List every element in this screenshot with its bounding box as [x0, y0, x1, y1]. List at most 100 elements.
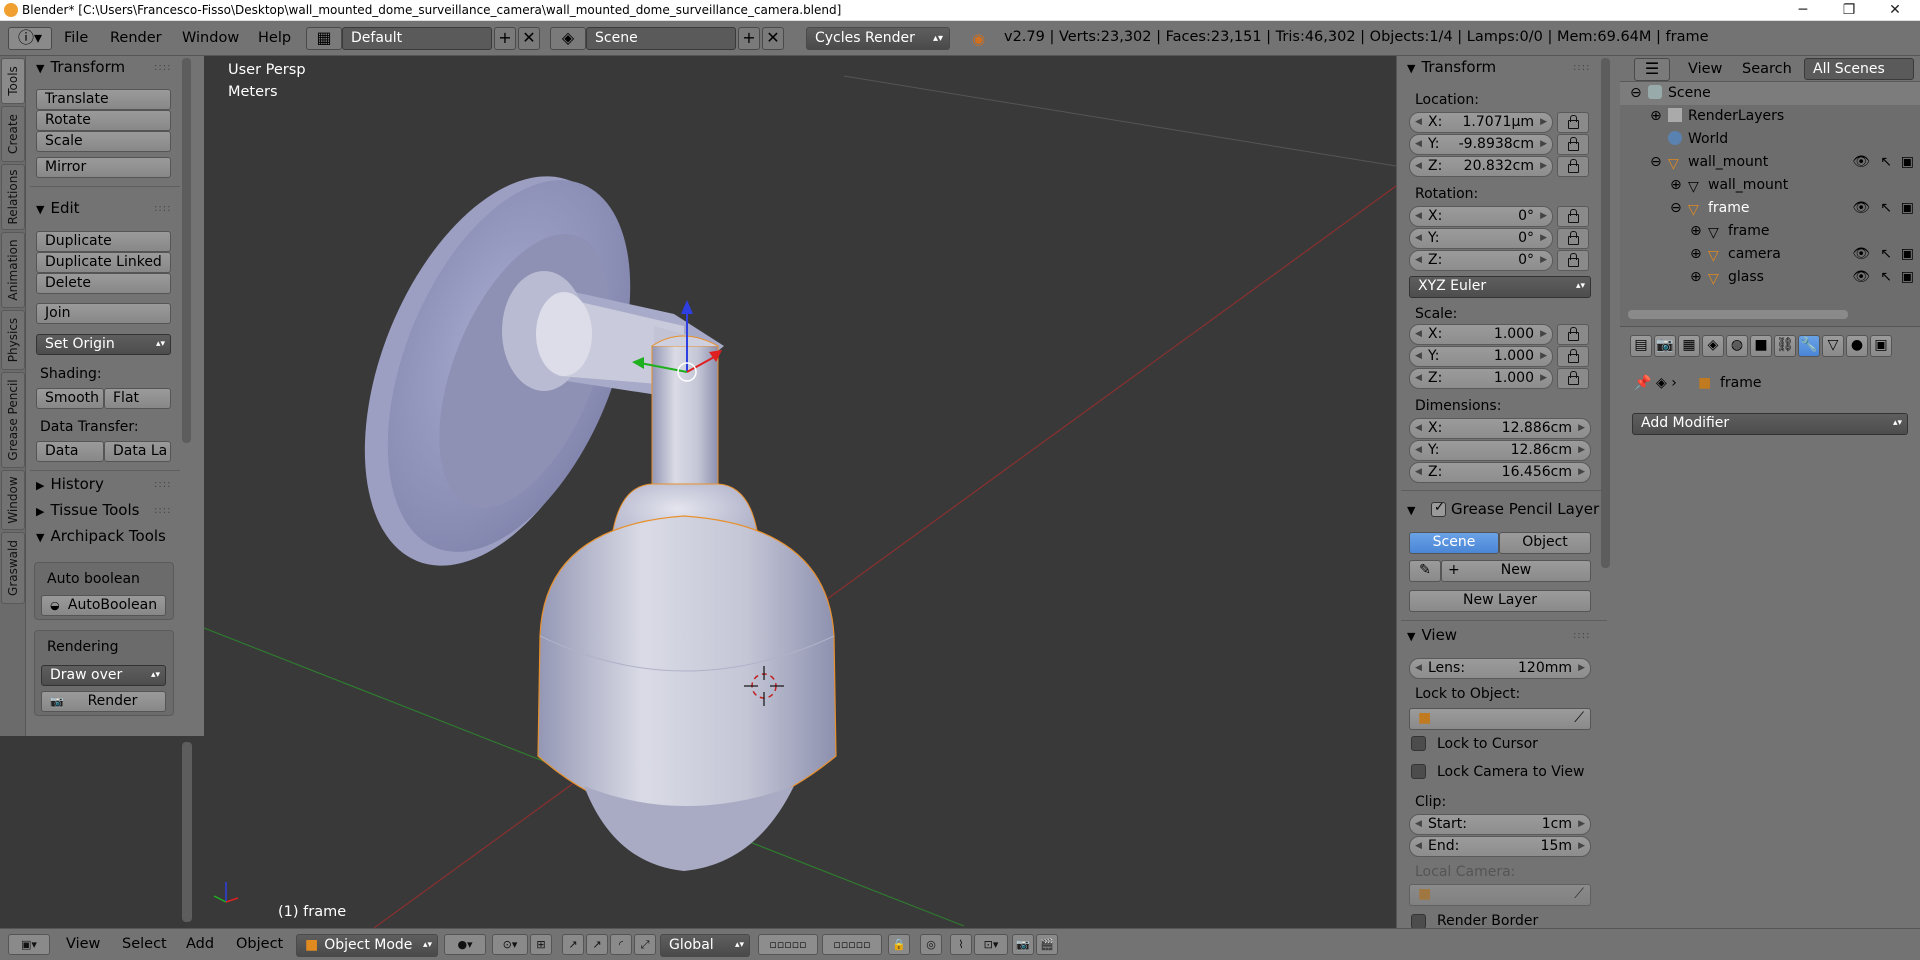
- menu-select[interactable]: Select: [122, 936, 167, 952]
- menu-object[interactable]: Object: [236, 936, 283, 952]
- tab-create[interactable]: Create: [1, 106, 25, 162]
- orientation-dropdown[interactable]: Global ▴▾: [660, 934, 750, 957]
- duplicate-linked-button[interactable]: Duplicate Linked: [36, 252, 171, 273]
- tab-tools[interactable]: Tools: [1, 58, 25, 104]
- mirror-button[interactable]: Mirror: [36, 157, 171, 178]
- drag-grip-icon[interactable]: ::::: [154, 505, 171, 516]
- pivot-point-icon[interactable]: ⊙▾: [492, 934, 528, 955]
- render-tab-icon[interactable]: 📷: [1654, 335, 1676, 357]
- cursor-icon[interactable]: ↖: [1880, 266, 1892, 289]
- set-origin-dropdown[interactable]: Set Origin ▴▾: [36, 334, 171, 355]
- manipulator-toggle-icon[interactable]: ⊞: [530, 934, 552, 955]
- minimize-button[interactable]: ─: [1780, 0, 1826, 20]
- auto-boolean-button[interactable]: ◒ AutoBoolean: [41, 595, 166, 616]
- eye-icon[interactable]: 👁: [1852, 266, 1870, 289]
- transform-props-header[interactable]: ▼ Transform: [1407, 56, 1496, 78]
- view-panel-header[interactable]: ▼ View: [1407, 624, 1457, 646]
- rotation-mode-dropdown[interactable]: XYZ Euler ▴▾: [1409, 276, 1591, 298]
- scale-manipulator-icon[interactable]: ⤢: [634, 934, 656, 955]
- outliner-row-frame-mesh[interactable]: ⊕ ▽ frame: [1620, 220, 1920, 243]
- lock-to-cursor-checkbox[interactable]: [1411, 736, 1426, 751]
- outliner-editor-icon[interactable]: ☰: [1634, 58, 1670, 81]
- render-icon[interactable]: ▣: [1901, 266, 1914, 289]
- cursor-icon[interactable]: ↖: [1880, 151, 1892, 174]
- screen-layout-field[interactable]: Default: [342, 27, 492, 50]
- flat-button[interactable]: Flat: [104, 388, 171, 409]
- outliner-row-renderlayers[interactable]: ⊕ RenderLayers: [1620, 105, 1920, 128]
- data-button[interactable]: Data: [36, 441, 104, 462]
- tool-shelf-scrollbar[interactable]: [182, 58, 191, 443]
- transform-panel-header[interactable]: ▼ Transform: [36, 56, 125, 78]
- scene-render[interactable]: [204, 56, 1396, 928]
- scene-tab-icon[interactable]: ◈: [1702, 335, 1724, 357]
- rotation-x-field[interactable]: ◀ X: 0° ▶: [1409, 206, 1553, 227]
- eye-icon[interactable]: 👁: [1852, 197, 1870, 220]
- delete-button[interactable]: Delete: [36, 273, 171, 294]
- info-editor-type-icon[interactable]: ⓘ▾: [8, 27, 52, 50]
- clip-start-field[interactable]: ◀ Start: 1cm ▶: [1409, 814, 1591, 835]
- rotation-y-field[interactable]: ◀ Y: 0° ▶: [1409, 228, 1553, 249]
- tab-physics[interactable]: Physics: [1, 310, 25, 370]
- outliner-row-glass[interactable]: ⊕ ▽ glass 👁 ↖ ▣: [1620, 266, 1920, 289]
- scale-z-field[interactable]: ◀ Z: 1.000 ▶: [1409, 368, 1553, 389]
- object-tab-icon[interactable]: ■: [1750, 335, 1772, 357]
- tab-window[interactable]: Window: [1, 470, 25, 530]
- menu-view[interactable]: View: [66, 936, 100, 952]
- add-scene-icon[interactable]: +: [738, 27, 760, 50]
- translate-manipulator-icon[interactable]: ↗: [562, 934, 584, 955]
- outliner-view-menu[interactable]: View: [1688, 58, 1722, 81]
- gp-new-layer-button[interactable]: New Layer: [1409, 590, 1591, 612]
- render-border-checkbox[interactable]: [1411, 914, 1426, 929]
- remove-layout-icon[interactable]: ✕: [518, 27, 540, 50]
- constraints-tab-icon[interactable]: ⛓: [1774, 335, 1796, 357]
- tab-grease-pencil[interactable]: Grease Pencil: [1, 372, 25, 468]
- proportional-editing-icon[interactable]: ◎: [920, 934, 942, 955]
- outliner-row-camera[interactable]: ⊕ ▽ camera 👁 ↖ ▣: [1620, 243, 1920, 266]
- tab-graswald[interactable]: Graswald: [1, 532, 25, 604]
- location-y-field[interactable]: ◀ Y: -9.8938cm ▶: [1409, 134, 1553, 155]
- drag-grip-icon[interactable]: ::::: [154, 62, 171, 73]
- layout-screen-icon[interactable]: ▦: [306, 27, 342, 50]
- lock-icon[interactable]: [1557, 206, 1589, 227]
- cursor-icon[interactable]: ↖: [1880, 197, 1892, 220]
- outliner-scrollbar[interactable]: [1628, 310, 1848, 319]
- display-mode-dropdown[interactable]: All Scenes: [1804, 58, 1914, 80]
- lock-icon[interactable]: [1557, 250, 1589, 271]
- outliner-row-wall-mount[interactable]: ⊖ ▽ wall_mount 👁 ↖ ▣: [1620, 151, 1920, 174]
- modifiers-tab-icon[interactable]: 🔧: [1798, 335, 1820, 357]
- data-layout-button[interactable]: Data La: [104, 441, 171, 462]
- lock-icon[interactable]: [1557, 228, 1589, 249]
- translate-button[interactable]: Translate: [36, 89, 171, 110]
- render-icon[interactable]: ▣: [1901, 243, 1914, 266]
- data-tab-icon[interactable]: ▽: [1822, 335, 1844, 357]
- object-mode-dropdown[interactable]: ■ Object Mode ▴▾: [296, 934, 438, 957]
- gp-object-button[interactable]: Object: [1499, 532, 1591, 554]
- layer-lock-icon[interactable]: 🔒: [888, 934, 910, 955]
- texture-tab-icon[interactable]: ▣: [1870, 335, 1892, 357]
- history-panel-header[interactable]: ▶ History: [36, 473, 104, 495]
- drag-grip-icon[interactable]: ::::: [1573, 630, 1590, 641]
- render-icon[interactable]: ▣: [1901, 197, 1914, 220]
- eyedropper-icon[interactable]: ⟋: [1574, 709, 1584, 728]
- scale-button[interactable]: Scale: [36, 131, 171, 152]
- move-manipulator-icon[interactable]: ↗: [586, 934, 608, 955]
- dimension-z-field[interactable]: ◀ Z: 16.456cm ▶: [1409, 462, 1591, 483]
- grease-pencil-checkbox[interactable]: ✓: [1431, 500, 1446, 517]
- lock-icon[interactable]: [1557, 156, 1589, 177]
- close-button[interactable]: ✕: [1872, 0, 1918, 20]
- lock-icon[interactable]: [1557, 324, 1589, 345]
- maximize-button[interactable]: ❐: [1826, 0, 1872, 20]
- layers-tab-icon[interactable]: ▦: [1678, 335, 1700, 357]
- eye-icon[interactable]: 👁: [1852, 243, 1870, 266]
- local-camera-field[interactable]: ■ ⟋: [1409, 884, 1591, 906]
- menu-file[interactable]: File: [64, 27, 88, 50]
- gp-scene-button[interactable]: Scene: [1409, 532, 1499, 554]
- eye-icon[interactable]: 👁: [1852, 151, 1870, 174]
- outliner-row-frame[interactable]: ⊖ ▽ frame 👁 ↖ ▣: [1620, 197, 1920, 220]
- drag-grip-icon[interactable]: ::::: [1573, 62, 1590, 73]
- pin-icon[interactable]: 📌: [1634, 375, 1651, 391]
- properties-scrollbar[interactable]: [1601, 58, 1610, 568]
- menu-add[interactable]: Add: [186, 936, 214, 952]
- drag-grip-icon[interactable]: ::::: [154, 203, 171, 214]
- smooth-button[interactable]: Smooth: [36, 388, 104, 409]
